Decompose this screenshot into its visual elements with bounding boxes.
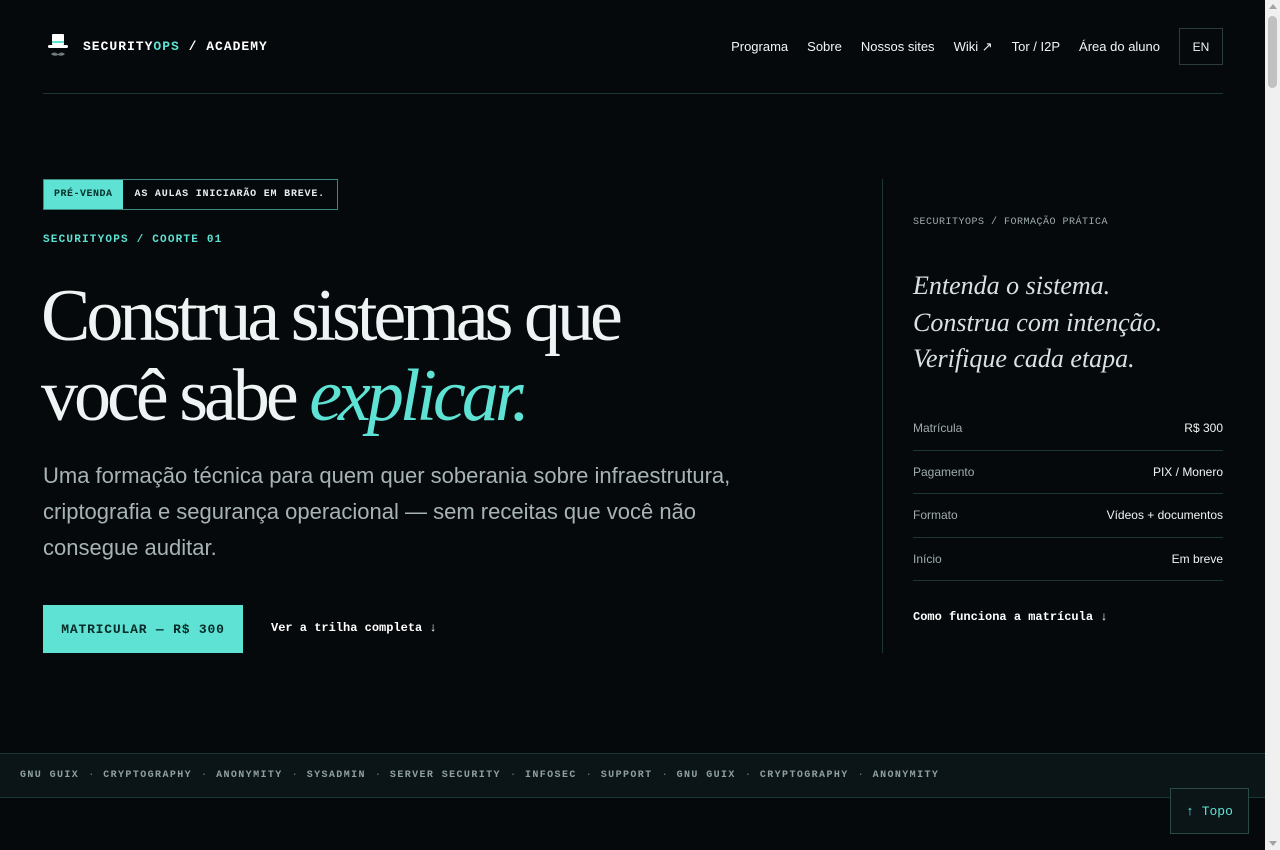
- scrollbar-thumb[interactable]: [1268, 16, 1277, 88]
- enroll-button[interactable]: MATRICULAR — R$ 300: [43, 605, 243, 653]
- hero-eyebrow: SECURITYOPS / COORTE 01: [43, 234, 223, 246]
- view-track-link[interactable]: Ver a trilha completa ↓: [271, 621, 437, 635]
- presale-badge: PRÉ-VENDA AS AULAS INICIARÃO EM BREVE.: [43, 179, 338, 210]
- hero-description: Uma formação técnica para quem quer sobe…: [43, 463, 731, 560]
- fact-label: Início: [913, 552, 942, 567]
- ticker-separator: ·: [857, 770, 864, 781]
- fact-row-matricula: Matrícula R$ 300: [913, 407, 1223, 451]
- site-header: SECURITYOPS / ACADEMY Programa Sobre Nos…: [43, 28, 1223, 94]
- ticker-separator: ·: [88, 770, 95, 781]
- hero-headline: Construa sistemas que você sabe explicar…: [41, 275, 623, 437]
- ticker-separator: ·: [585, 770, 592, 781]
- badge-text: AS AULAS INICIARÃO EM BREVE.: [134, 189, 325, 200]
- fact-label: Pagamento: [913, 464, 975, 479]
- tagline-line: Construa com intenção.: [913, 307, 1163, 337]
- ticker-separator: ·: [509, 770, 516, 781]
- fact-label: Formato: [913, 508, 958, 523]
- language-button[interactable]: EN: [1179, 28, 1223, 65]
- top-hat-mustache-icon: [47, 32, 69, 60]
- ticker-item: ANONYMITY: [872, 770, 940, 781]
- panel-eyebrow: SECURITYOPS / FORMAÇÃO PRÁTICA: [913, 217, 1109, 228]
- fact-row-formato: Formato Vídeos + documentos: [913, 494, 1223, 538]
- brand[interactable]: SECURITYOPS / ACADEMY: [47, 32, 268, 60]
- fact-label: Matrícula: [913, 421, 963, 436]
- fact-value: PIX / Monero: [1152, 464, 1223, 479]
- course-facts: Matrícula R$ 300 Pagamento PIX / Monero …: [913, 407, 1223, 582]
- scroll-up-arrow-icon[interactable]: [1269, 4, 1277, 9]
- brand-name: SECURITYOPS / ACADEMY: [83, 38, 268, 54]
- topic-ticker: GNU GUIX · CRYPTOGRAPHY · ANONYMITY · SYSAD…: [0, 753, 1265, 798]
- page-scrollbar[interactable]: [1265, 0, 1280, 850]
- ticker-item: CRYPTOGRAPHY: [103, 770, 193, 781]
- fact-value: Em breve: [1171, 552, 1223, 567]
- enrollment-info-link[interactable]: Como funciona a matrícula ↓: [913, 610, 1107, 624]
- nav-programa[interactable]: Programa: [731, 39, 788, 54]
- nav-wiki[interactable]: Wiki ↗: [954, 39, 993, 55]
- ticker-item: SERVER SECURITY: [389, 770, 501, 781]
- nav-tor-i2p[interactable]: Tor / I2P: [1012, 39, 1060, 54]
- fact-value: R$ 300: [1184, 421, 1223, 436]
- ticker-item: INFOSEC: [524, 770, 577, 781]
- ticker-item: SUPPORT: [600, 770, 653, 781]
- ticker-item: SYSADMIN: [306, 770, 366, 781]
- ticker-separator: ·: [661, 770, 668, 781]
- main-nav: Programa Sobre Nossos sites Wiki ↗ Tor /…: [712, 28, 1223, 65]
- ticker-item: GNU GUIX: [676, 770, 736, 781]
- scroll-down-arrow-icon[interactable]: [1269, 841, 1277, 846]
- tagline-line: Verifique cada etapa.: [913, 344, 1135, 373]
- fact-row-pagamento: Pagamento PIX / Monero: [913, 451, 1223, 495]
- badge-tag: PRÉ-VENDA: [44, 180, 123, 209]
- ticker-item: GNU GUIX: [20, 770, 80, 781]
- ticker-separator: ·: [291, 770, 298, 781]
- tagline-line: Entenda o sistema.: [913, 271, 1111, 300]
- nav-area-do-aluno[interactable]: Área do aluno: [1079, 39, 1160, 54]
- nav-nossos-sites[interactable]: Nossos sites: [861, 39, 935, 54]
- fact-value: Vídeos + documentos: [1106, 508, 1223, 523]
- ticker-item: CRYPTOGRAPHY: [759, 770, 849, 781]
- ticker-separator: ·: [744, 770, 751, 781]
- nav-sobre[interactable]: Sobre: [807, 39, 842, 54]
- back-to-top-button[interactable]: ↑ Topo: [1170, 788, 1249, 834]
- headline-emphasis: explicar.: [309, 355, 530, 437]
- headline-line-1: Construa sistemas que: [41, 275, 623, 357]
- ticker-separator: ·: [374, 770, 381, 781]
- ticker-item: ANONYMITY: [216, 770, 283, 781]
- panel-tagline: Entenda o sistema. Construa com intenção…: [913, 268, 1162, 378]
- vertical-divider: [882, 179, 883, 653]
- ticker-separator: ·: [201, 770, 208, 781]
- headline-line-2: você sabe: [41, 355, 310, 437]
- fact-row-inicio: Início Em breve: [913, 538, 1223, 582]
